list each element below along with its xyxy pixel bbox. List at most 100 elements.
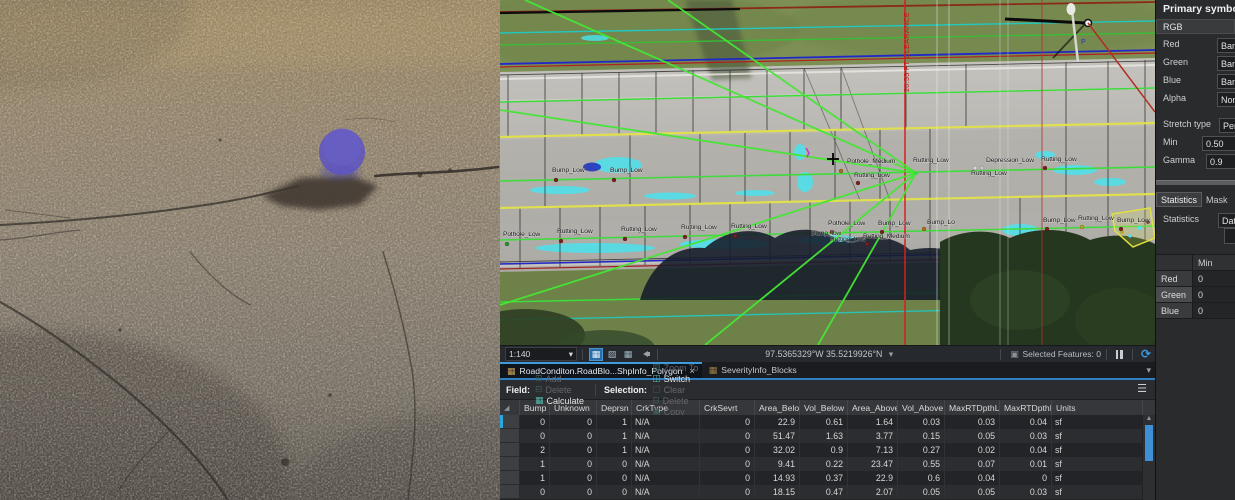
table-cell[interactable]: 0.05: [945, 429, 1000, 443]
table-cell[interactable]: 1: [597, 443, 632, 457]
table-cell[interactable]: 0: [700, 429, 755, 443]
table-cell[interactable]: 0: [550, 443, 597, 457]
table-cell[interactable]: 0.04: [1000, 443, 1052, 457]
table-cell[interactable]: 0: [520, 415, 550, 429]
table-cell[interactable]: 0.03: [1000, 429, 1052, 443]
feature-point[interactable]: [683, 235, 687, 239]
map-annotation-label[interactable]: Rutting_Low: [557, 228, 593, 235]
map-annotation-label[interactable]: Bump_Low: [878, 220, 911, 227]
switch-button[interactable]: ◫Switch: [652, 373, 698, 384]
feature-point[interactable]: [623, 237, 627, 241]
table-cell[interactable]: sf: [1052, 429, 1143, 443]
refresh-icon[interactable]: ⟳: [1141, 349, 1151, 359]
map-annotation-label[interactable]: Rutting_Low: [913, 157, 949, 164]
table-cell[interactable]: 0.6: [898, 471, 945, 485]
table-cell[interactable]: 0: [550, 415, 597, 429]
table-cell[interactable]: 0.22: [800, 457, 848, 471]
subtab-statistics[interactable]: Statistics: [1156, 192, 1202, 207]
table-cell[interactable]: 0: [550, 485, 597, 499]
map-annotation-label[interactable]: Bump_Lo: [927, 219, 955, 226]
feature-point[interactable]: [922, 227, 926, 231]
column-header-area_above[interactable]: Area_Above: [848, 400, 898, 415]
table-cell[interactable]: 0: [520, 485, 550, 499]
table-cell[interactable]: 0.05: [945, 485, 1000, 499]
map-annotation-label[interactable]: Rutting_Low: [621, 226, 657, 233]
table-cell[interactable]: 0: [700, 443, 755, 457]
table-cell[interactable]: 0.27: [898, 443, 945, 457]
table-cell[interactable]: 7.13: [848, 443, 898, 457]
map-annotation-label[interactable]: Bump_Low: [552, 167, 585, 174]
table-cell[interactable]: sf: [1052, 415, 1143, 429]
table-row[interactable]: 100N/A014.930.3722.90.60.040sf: [500, 471, 1155, 485]
table-cell[interactable]: 22.9: [848, 471, 898, 485]
table-cell[interactable]: 0: [550, 471, 597, 485]
table-cell[interactable]: 1: [597, 415, 632, 429]
table-cell[interactable]: 0: [597, 485, 632, 499]
feature-point[interactable]: [806, 230, 810, 234]
select-all-corner[interactable]: ◢: [500, 400, 520, 415]
table-cell[interactable]: 0: [700, 471, 755, 485]
min-input[interactable]: 0.50: [1202, 136, 1235, 151]
feature-point[interactable]: [505, 242, 509, 246]
column-header-maxrtdpthr[interactable]: MaxRTDpthR: [1000, 400, 1052, 415]
table-cell[interactable]: 0.02: [945, 443, 1000, 457]
map-annotation-label[interactable]: Rutting_Low: [681, 224, 717, 231]
map-annotation-label[interactable]: Pothole_Low: [828, 220, 865, 227]
red-band-dropdown[interactable]: Ban: [1217, 38, 1235, 53]
column-header-deprsn[interactable]: Deprsn: [597, 400, 632, 415]
table-cell[interactable]: 23.47: [848, 457, 898, 471]
stretch-type-input[interactable]: Perc: [1219, 118, 1235, 133]
table-cell[interactable]: 1: [520, 457, 550, 471]
band-combination-dropdown[interactable]: RGB: [1156, 19, 1235, 34]
table-cell[interactable]: 0: [597, 471, 632, 485]
table-cell[interactable]: N/A: [632, 443, 700, 457]
table-row[interactable]: 001N/A051.471.633.770.150.050.03sf: [500, 429, 1155, 443]
table-cell[interactable]: N/A: [632, 429, 700, 443]
table-cell[interactable]: 0: [700, 485, 755, 499]
table-cell[interactable]: 0: [1000, 471, 1052, 485]
feature-point[interactable]: [554, 178, 558, 182]
feature-point[interactable]: [980, 166, 984, 170]
green-band-dropdown[interactable]: Ban: [1217, 56, 1235, 71]
table-cell[interactable]: 1.63: [800, 429, 848, 443]
table-cell[interactable]: 0.03: [945, 415, 1000, 429]
table-cell[interactable]: 1: [597, 429, 632, 443]
panel-splitter[interactable]: [1156, 180, 1235, 185]
menu-icon[interactable]: ☰: [1137, 382, 1147, 395]
table-cell[interactable]: N/A: [632, 471, 700, 485]
feature-point[interactable]: [1043, 166, 1047, 170]
map-annotation-label[interactable]: Bump_Low: [1043, 217, 1076, 224]
column-header-vol_above[interactable]: Vol_Above: [898, 400, 945, 415]
table-cell[interactable]: sf: [1052, 443, 1143, 457]
table-cell[interactable]: sf: [1052, 471, 1143, 485]
column-header-vol_below[interactable]: Vol_Below: [800, 400, 848, 415]
map-annotation-label[interactable]: Bump_Low: [610, 167, 643, 174]
map-annotation-label[interactable]: Pothole_Medium: [847, 158, 896, 165]
feature-point[interactable]: [1045, 227, 1049, 231]
column-header-units[interactable]: Units: [1052, 400, 1143, 415]
table-cell[interactable]: 0: [520, 429, 550, 443]
map-annotation-label[interactable]: Bump_Low: [1117, 217, 1150, 224]
feature-point[interactable]: [612, 178, 616, 182]
map-annotation-label[interactable]: Rutting_Low: [1078, 215, 1114, 222]
map-annotation-label[interactable]: Rutting_Low: [971, 170, 1007, 177]
statistics-source-dropdown[interactable]: Dat: [1218, 213, 1235, 228]
table-cell[interactable]: 18.15: [755, 485, 800, 499]
calculate-button[interactable]: ▦Calculate: [535, 395, 584, 406]
table-row[interactable]: 100N/A09.410.2223.470.550.070.01sf: [500, 457, 1155, 471]
table-cell[interactable]: N/A: [632, 485, 700, 499]
table-cell[interactable]: 0.03: [898, 415, 945, 429]
alpha-band-dropdown[interactable]: Non: [1217, 92, 1235, 107]
feature-point[interactable]: [559, 239, 563, 243]
feature-point[interactable]: [839, 169, 843, 173]
row-selector[interactable]: [500, 415, 520, 429]
table-cell[interactable]: sf: [1052, 457, 1143, 471]
map-annotation-label[interactable]: Bump_low: [811, 230, 841, 237]
blue-band-dropdown[interactable]: Ban: [1217, 74, 1235, 89]
map-grid-tool-icon[interactable]: ▦: [621, 348, 635, 361]
map-effects-tool-icon[interactable]: ▨: [605, 348, 619, 361]
table-cell[interactable]: 2: [520, 443, 550, 457]
table-cell[interactable]: 2.07: [848, 485, 898, 499]
tab-list-caret-icon[interactable]: ▾: [1146, 365, 1151, 376]
table-cell[interactable]: N/A: [632, 415, 700, 429]
